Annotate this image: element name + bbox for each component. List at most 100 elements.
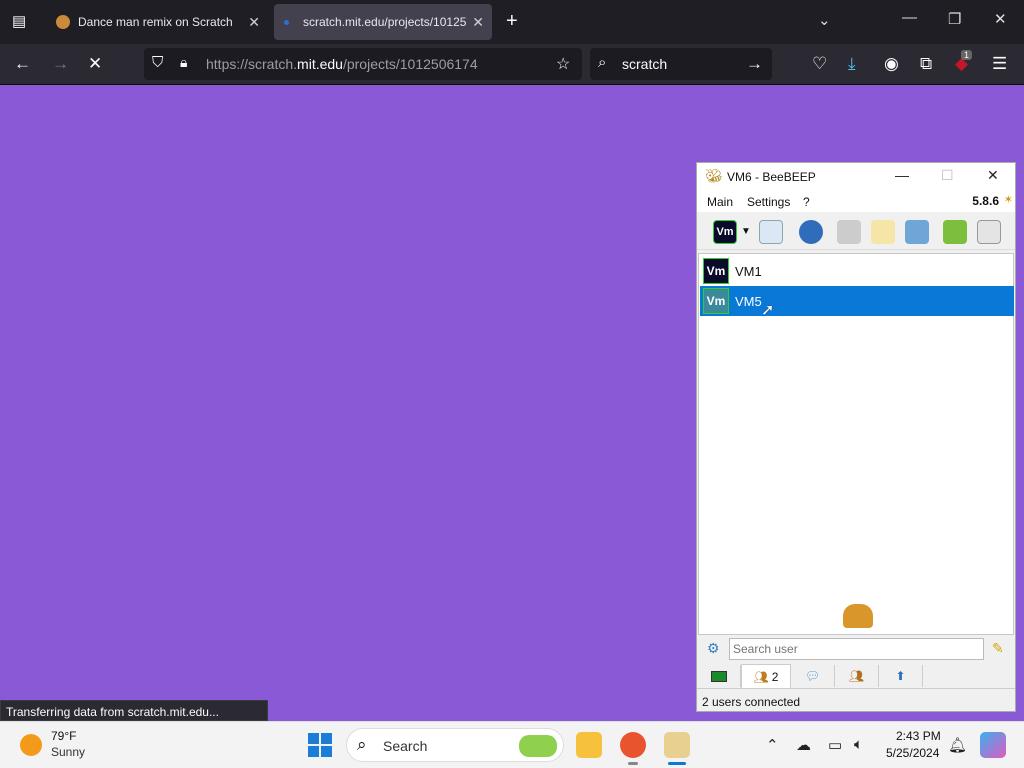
back-icon[interactable]: ← xyxy=(14,54,31,74)
extension-badge: 1 xyxy=(961,50,973,60)
edit-profile-icon[interactable] xyxy=(759,220,783,244)
maximize-icon[interactable]: ☐ xyxy=(941,167,954,184)
new-tab-icon[interactable]: + xyxy=(506,10,518,33)
tab-overflow-chevron-icon[interactable]: ⌄ xyxy=(818,11,831,29)
account-icon[interactable]: ◉ xyxy=(884,54,899,74)
user-name: VM1 xyxy=(735,263,762,279)
url-bar[interactable]: ⛉ 🔒︎ https://scratch.mit.edu/projects/10… xyxy=(144,48,582,80)
restore-icon[interactable]: ❐ xyxy=(948,10,961,28)
tab-users[interactable]: 👥︎ 2 xyxy=(741,664,791,688)
close-window-icon[interactable]: ✕ xyxy=(994,10,1007,28)
file-sharing-icon[interactable] xyxy=(943,220,967,244)
status-dropdown-chevron-icon[interactable]: ▼ xyxy=(741,226,751,237)
tab-messages[interactable]: 💬︎ xyxy=(791,665,835,687)
browser-status-bar: Transferring data from scratch.mit.edu..… xyxy=(0,700,268,721)
web-search-bar[interactable]: ⌕ scratch → xyxy=(590,48,772,80)
taskbar-search[interactable]: ⌕ Search xyxy=(346,728,564,762)
user-name: VM5 xyxy=(735,293,762,309)
taskbar-search-label: Search xyxy=(383,738,428,754)
forward-icon[interactable]: → xyxy=(52,54,69,74)
notifications-bell-icon[interactable]: 🔔︎ xyxy=(948,736,967,754)
bookmark-star-icon[interactable]: ☆ xyxy=(556,54,570,74)
scratch-favicon-icon xyxy=(56,15,70,29)
menu-settings[interactable]: Settings xyxy=(747,195,790,209)
menu-icon[interactable]: ☰ xyxy=(992,54,1007,74)
clock-date[interactable]: 5/25/2024 xyxy=(886,746,939,760)
update-icon[interactable]: ✶ xyxy=(1004,193,1013,206)
firefox-icon[interactable] xyxy=(620,732,646,758)
weather-sun-icon[interactable] xyxy=(20,734,42,756)
close-tab-icon[interactable]: ✕ xyxy=(248,14,260,31)
beebeep-title-bar[interactable]: 🐝︎ VM6 - BeeBEEP — ☐ ✕ xyxy=(697,163,1015,190)
mouse-cursor-icon: ➚ xyxy=(761,302,775,319)
tab-files[interactable]: ⬆ xyxy=(879,665,923,687)
close-tab-icon[interactable]: ✕ xyxy=(472,14,484,31)
beebeep-logo-icon: 🐝︎ xyxy=(705,168,723,184)
user-list: Vm VM1 Vm VM5 ➚ xyxy=(698,253,1014,635)
tab-list-icon[interactable]: ▤ xyxy=(12,12,26,30)
users-tab-count: 2 xyxy=(771,669,779,684)
user-row-vm5[interactable]: Vm VM5 xyxy=(700,286,1014,316)
windows-logo-icon xyxy=(308,733,319,744)
beebeep-title: VM6 - BeeBEEP xyxy=(727,170,816,184)
search-go-arrow-icon[interactable]: → xyxy=(746,54,763,74)
speech-bubbles-icon: 💬︎ xyxy=(804,669,821,683)
file-transfer-icon: ⬆ xyxy=(895,669,906,683)
windows-logo-icon xyxy=(308,746,319,757)
lock-icon[interactable]: 🔒︎ xyxy=(180,54,187,71)
my-avatar-icon[interactable]: Vm xyxy=(713,220,737,244)
tab-chat[interactable] xyxy=(697,665,741,687)
beebeep-taskbar-icon[interactable] xyxy=(664,732,690,758)
minimize-icon[interactable]: — xyxy=(902,9,917,26)
windows-taskbar: 79°F Sunny ⌕ Search ⌃ ☁ ▭ 🔈︎ 2:43 PM 5/2… xyxy=(0,721,1024,768)
minimize-icon[interactable]: — xyxy=(895,167,909,183)
clock-time[interactable]: 2:43 PM xyxy=(896,729,941,743)
tab-dance-man[interactable]: Dance man remix on Scratch ✕ xyxy=(46,4,268,40)
menu-help[interactable]: ? xyxy=(803,195,810,209)
user-avatar: Vm xyxy=(703,288,729,314)
user-row-vm1[interactable]: Vm VM1 xyxy=(700,256,1014,286)
group-icon: 👥︎ xyxy=(848,669,865,683)
close-icon[interactable]: ✕ xyxy=(987,167,999,184)
downloads-icon[interactable]: ⤓ xyxy=(848,54,856,74)
pocket-icon[interactable]: ♡ xyxy=(812,54,827,74)
tracking-shield-icon[interactable]: ⛉ xyxy=(152,54,163,71)
tab-title: scratch.mit.edu/projects/10125 xyxy=(303,15,467,29)
search-user-input[interactable] xyxy=(729,638,984,660)
compose-icon[interactable] xyxy=(871,220,895,244)
search-options-gear-icon[interactable]: ⚙ xyxy=(707,640,720,657)
network-icon[interactable]: ▭ xyxy=(828,736,842,754)
tools-icon[interactable] xyxy=(905,220,929,244)
extensions-icon[interactable]: ⧉ xyxy=(920,54,932,74)
tab-groups[interactable]: 👥︎ xyxy=(835,665,879,687)
browser-nav-bar: ← → ✕ ⛉ 🔒︎ https://scratch.mit.edu/proje… xyxy=(0,44,1024,85)
sound-icon[interactable]: 🔈︎ xyxy=(854,736,863,753)
network-broadcast-icon[interactable] xyxy=(799,220,823,244)
menu-main[interactable]: Main xyxy=(707,195,733,209)
onedrive-icon[interactable]: ☁ xyxy=(796,736,811,754)
weather-condition[interactable]: Sunny xyxy=(51,745,85,759)
message-icon[interactable] xyxy=(837,220,861,244)
tab-scratch-project[interactable]: scratch.mit.edu/projects/10125 ✕ xyxy=(274,4,492,40)
weather-temperature[interactable]: 79°F xyxy=(51,729,76,743)
beebeep-toolbar: Vm ▼ xyxy=(697,212,1015,250)
file-explorer-icon[interactable] xyxy=(576,732,602,758)
users-group-icon xyxy=(843,604,873,628)
show-hidden-icons-chevron-icon[interactable]: ⌃ xyxy=(766,736,779,754)
windows-logo-icon xyxy=(321,746,332,757)
beebeep-active-indicator xyxy=(668,762,686,765)
chat-screen-icon xyxy=(710,670,727,682)
stop-loading-icon[interactable]: ✕ xyxy=(88,54,102,74)
connection-status: 2 users connected xyxy=(702,695,801,709)
clear-search-broom-icon[interactable]: ✎ xyxy=(992,640,1004,657)
copilot-icon[interactable] xyxy=(980,732,1006,758)
beebeep-window: 🐝︎ VM6 - BeeBEEP — ☐ ✕ Main Settings ? 5… xyxy=(696,162,1016,712)
search-icon: ⌕ xyxy=(598,54,607,71)
search-icon: ⌕ xyxy=(357,735,367,754)
user-avatar: Vm xyxy=(703,258,729,284)
loading-favicon-icon xyxy=(284,19,289,25)
search-query[interactable]: scratch xyxy=(622,56,667,72)
url-text[interactable]: https://scratch.mit.edu/projects/1012506… xyxy=(206,56,478,72)
trash-icon[interactable] xyxy=(977,220,1001,244)
start-button[interactable] xyxy=(308,733,332,757)
